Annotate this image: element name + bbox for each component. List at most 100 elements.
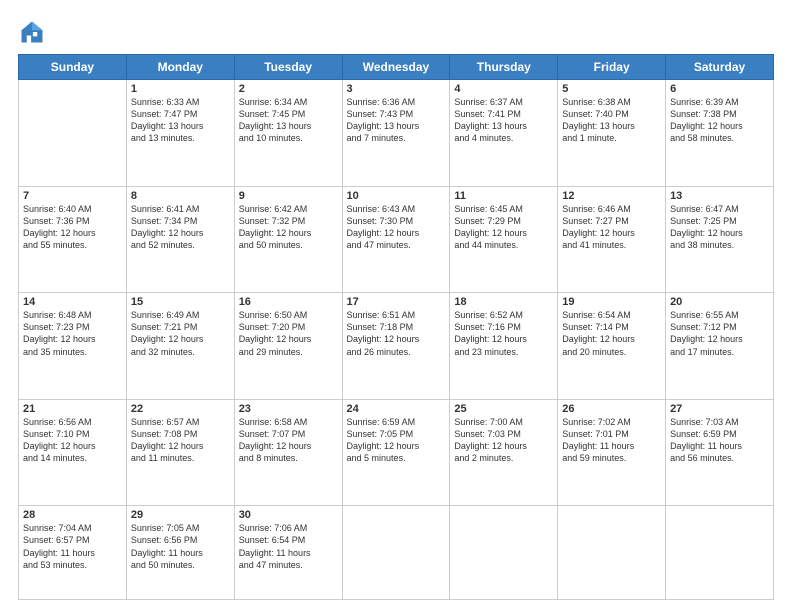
calendar-cell: 5Sunrise: 6:38 AM Sunset: 7:40 PM Daylig… — [558, 80, 666, 187]
day-number: 22 — [131, 403, 230, 415]
calendar-cell: 29Sunrise: 7:05 AM Sunset: 6:56 PM Dayli… — [126, 506, 234, 600]
calendar-cell: 7Sunrise: 6:40 AM Sunset: 7:36 PM Daylig… — [19, 186, 127, 293]
day-number: 5 — [562, 83, 661, 95]
day-header-thursday: Thursday — [450, 55, 558, 80]
cell-info: Sunrise: 6:49 AM Sunset: 7:21 PM Dayligh… — [131, 309, 230, 358]
day-number: 15 — [131, 296, 230, 308]
calendar-cell — [666, 506, 774, 600]
day-number: 1 — [131, 83, 230, 95]
calendar-cell: 13Sunrise: 6:47 AM Sunset: 7:25 PM Dayli… — [666, 186, 774, 293]
calendar-cell: 10Sunrise: 6:43 AM Sunset: 7:30 PM Dayli… — [342, 186, 450, 293]
day-number: 2 — [239, 83, 338, 95]
calendar-cell: 15Sunrise: 6:49 AM Sunset: 7:21 PM Dayli… — [126, 293, 234, 400]
cell-info: Sunrise: 7:03 AM Sunset: 6:59 PM Dayligh… — [670, 416, 769, 465]
calendar-cell: 24Sunrise: 6:59 AM Sunset: 7:05 PM Dayli… — [342, 399, 450, 506]
cell-info: Sunrise: 6:48 AM Sunset: 7:23 PM Dayligh… — [23, 309, 122, 358]
calendar-cell: 25Sunrise: 7:00 AM Sunset: 7:03 PM Dayli… — [450, 399, 558, 506]
cell-info: Sunrise: 6:33 AM Sunset: 7:47 PM Dayligh… — [131, 96, 230, 145]
calendar-cell: 6Sunrise: 6:39 AM Sunset: 7:38 PM Daylig… — [666, 80, 774, 187]
calendar-cell — [558, 506, 666, 600]
calendar-cell: 11Sunrise: 6:45 AM Sunset: 7:29 PM Dayli… — [450, 186, 558, 293]
day-number: 21 — [23, 403, 122, 415]
cell-info: Sunrise: 6:34 AM Sunset: 7:45 PM Dayligh… — [239, 96, 338, 145]
day-number: 23 — [239, 403, 338, 415]
day-number: 10 — [347, 190, 446, 202]
cell-info: Sunrise: 6:36 AM Sunset: 7:43 PM Dayligh… — [347, 96, 446, 145]
day-number: 30 — [239, 509, 338, 521]
calendar-cell: 20Sunrise: 6:55 AM Sunset: 7:12 PM Dayli… — [666, 293, 774, 400]
calendar-cell: 28Sunrise: 7:04 AM Sunset: 6:57 PM Dayli… — [19, 506, 127, 600]
calendar-cell: 12Sunrise: 6:46 AM Sunset: 7:27 PM Dayli… — [558, 186, 666, 293]
cell-info: Sunrise: 6:50 AM Sunset: 7:20 PM Dayligh… — [239, 309, 338, 358]
calendar-cell: 18Sunrise: 6:52 AM Sunset: 7:16 PM Dayli… — [450, 293, 558, 400]
cell-info: Sunrise: 6:46 AM Sunset: 7:27 PM Dayligh… — [562, 203, 661, 252]
day-number: 29 — [131, 509, 230, 521]
calendar-cell: 9Sunrise: 6:42 AM Sunset: 7:32 PM Daylig… — [234, 186, 342, 293]
calendar-cell: 26Sunrise: 7:02 AM Sunset: 7:01 PM Dayli… — [558, 399, 666, 506]
day-header-sunday: Sunday — [19, 55, 127, 80]
day-number: 14 — [23, 296, 122, 308]
calendar-cell: 8Sunrise: 6:41 AM Sunset: 7:34 PM Daylig… — [126, 186, 234, 293]
day-header-friday: Friday — [558, 55, 666, 80]
cell-info: Sunrise: 6:59 AM Sunset: 7:05 PM Dayligh… — [347, 416, 446, 465]
cell-info: Sunrise: 7:06 AM Sunset: 6:54 PM Dayligh… — [239, 522, 338, 571]
calendar-cell — [342, 506, 450, 600]
calendar-cell: 17Sunrise: 6:51 AM Sunset: 7:18 PM Dayli… — [342, 293, 450, 400]
cell-info: Sunrise: 6:57 AM Sunset: 7:08 PM Dayligh… — [131, 416, 230, 465]
day-number: 6 — [670, 83, 769, 95]
cell-info: Sunrise: 6:40 AM Sunset: 7:36 PM Dayligh… — [23, 203, 122, 252]
header — [18, 18, 774, 46]
day-number: 19 — [562, 296, 661, 308]
calendar-cell: 21Sunrise: 6:56 AM Sunset: 7:10 PM Dayli… — [19, 399, 127, 506]
cell-info: Sunrise: 6:38 AM Sunset: 7:40 PM Dayligh… — [562, 96, 661, 145]
day-number: 26 — [562, 403, 661, 415]
calendar-cell — [19, 80, 127, 187]
calendar-cell: 4Sunrise: 6:37 AM Sunset: 7:41 PM Daylig… — [450, 80, 558, 187]
calendar-cell: 1Sunrise: 6:33 AM Sunset: 7:47 PM Daylig… — [126, 80, 234, 187]
logo-icon — [18, 18, 46, 46]
cell-info: Sunrise: 6:55 AM Sunset: 7:12 PM Dayligh… — [670, 309, 769, 358]
week-row-2: 14Sunrise: 6:48 AM Sunset: 7:23 PM Dayli… — [19, 293, 774, 400]
day-number: 17 — [347, 296, 446, 308]
cell-info: Sunrise: 6:43 AM Sunset: 7:30 PM Dayligh… — [347, 203, 446, 252]
day-number: 8 — [131, 190, 230, 202]
calendar-cell — [450, 506, 558, 600]
day-number: 27 — [670, 403, 769, 415]
day-header-wednesday: Wednesday — [342, 55, 450, 80]
day-number: 20 — [670, 296, 769, 308]
cell-info: Sunrise: 6:39 AM Sunset: 7:38 PM Dayligh… — [670, 96, 769, 145]
cell-info: Sunrise: 6:45 AM Sunset: 7:29 PM Dayligh… — [454, 203, 553, 252]
cell-info: Sunrise: 7:02 AM Sunset: 7:01 PM Dayligh… — [562, 416, 661, 465]
day-number: 12 — [562, 190, 661, 202]
day-number: 28 — [23, 509, 122, 521]
day-header-row: SundayMondayTuesdayWednesdayThursdayFrid… — [19, 55, 774, 80]
cell-info: Sunrise: 7:00 AM Sunset: 7:03 PM Dayligh… — [454, 416, 553, 465]
day-number: 3 — [347, 83, 446, 95]
day-number: 11 — [454, 190, 553, 202]
day-header-monday: Monday — [126, 55, 234, 80]
cell-info: Sunrise: 6:58 AM Sunset: 7:07 PM Dayligh… — [239, 416, 338, 465]
cell-info: Sunrise: 6:41 AM Sunset: 7:34 PM Dayligh… — [131, 203, 230, 252]
cell-info: Sunrise: 6:42 AM Sunset: 7:32 PM Dayligh… — [239, 203, 338, 252]
day-number: 9 — [239, 190, 338, 202]
day-number: 24 — [347, 403, 446, 415]
day-number: 16 — [239, 296, 338, 308]
day-number: 25 — [454, 403, 553, 415]
calendar-cell: 3Sunrise: 6:36 AM Sunset: 7:43 PM Daylig… — [342, 80, 450, 187]
cell-info: Sunrise: 6:47 AM Sunset: 7:25 PM Dayligh… — [670, 203, 769, 252]
day-header-saturday: Saturday — [666, 55, 774, 80]
week-row-3: 21Sunrise: 6:56 AM Sunset: 7:10 PM Dayli… — [19, 399, 774, 506]
calendar-cell: 23Sunrise: 6:58 AM Sunset: 7:07 PM Dayli… — [234, 399, 342, 506]
day-number: 18 — [454, 296, 553, 308]
calendar-cell: 19Sunrise: 6:54 AM Sunset: 7:14 PM Dayli… — [558, 293, 666, 400]
cell-info: Sunrise: 7:05 AM Sunset: 6:56 PM Dayligh… — [131, 522, 230, 571]
calendar-cell: 30Sunrise: 7:06 AM Sunset: 6:54 PM Dayli… — [234, 506, 342, 600]
cell-info: Sunrise: 7:04 AM Sunset: 6:57 PM Dayligh… — [23, 522, 122, 571]
cell-info: Sunrise: 6:51 AM Sunset: 7:18 PM Dayligh… — [347, 309, 446, 358]
cell-info: Sunrise: 6:56 AM Sunset: 7:10 PM Dayligh… — [23, 416, 122, 465]
page: SundayMondayTuesdayWednesdayThursdayFrid… — [0, 0, 792, 612]
day-number: 7 — [23, 190, 122, 202]
week-row-4: 28Sunrise: 7:04 AM Sunset: 6:57 PM Dayli… — [19, 506, 774, 600]
calendar: SundayMondayTuesdayWednesdayThursdayFrid… — [18, 54, 774, 600]
logo — [18, 18, 50, 46]
